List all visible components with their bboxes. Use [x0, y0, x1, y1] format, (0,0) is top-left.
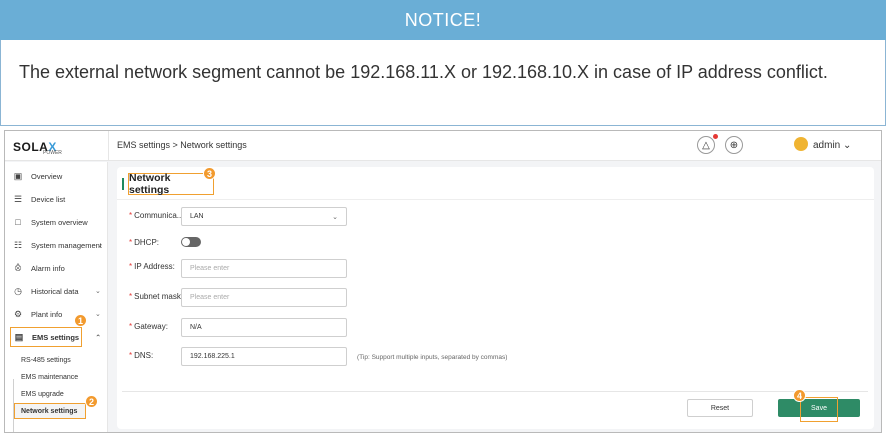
system-management-icon: ☷ — [13, 240, 23, 250]
chevron-down-icon: ⌄ — [95, 311, 101, 318]
dhcp-label: * DHCP: — [129, 238, 160, 247]
page-title: Network settings — [128, 172, 214, 196]
save-highlight — [800, 397, 838, 422]
globe-icon[interactable]: ⊕ — [725, 136, 743, 154]
chevron-down-icon: ⌄ — [332, 213, 338, 221]
dns-input[interactable]: 192.168.225.1 — [181, 347, 347, 366]
sidebar-item-overview[interactable]: ▣ Overview — [5, 166, 108, 186]
sidebar-item-plant-info[interactable]: ⚙ Plant info ⌄ — [5, 304, 108, 324]
ip-label: * IP Address: — [129, 262, 175, 271]
step-badge-3: 3 — [203, 167, 216, 180]
step-badge-4: 4 — [793, 389, 806, 402]
sidebar-item-ems-settings[interactable]: ▤ EMS settings — [10, 327, 82, 347]
chevron-up-icon[interactable]: ⌃ — [95, 327, 105, 347]
sidebar: ▣ Overview ☰ Device list □ System overview … — [5, 162, 108, 432]
notification-dot — [713, 134, 718, 139]
dhcp-toggle[interactable] — [181, 237, 201, 247]
ip-address-input[interactable]: Please enter — [181, 259, 347, 278]
sidebar-subitem-network-settings[interactable]: Network settings — [14, 403, 86, 419]
chevron-down-icon: ⌄ — [97, 242, 103, 249]
dns-tip: (Tip: Support multiple inputs, separated… — [357, 354, 508, 361]
subnet-mask-input[interactable]: Please enter — [181, 288, 347, 307]
user-menu[interactable]: admin ⌄ — [813, 140, 851, 151]
gateway-input[interactable]: N/A — [181, 318, 347, 337]
system-overview-icon: □ — [15, 217, 21, 227]
notice-title: NOTICE! — [0, 0, 886, 40]
avatar[interactable] — [794, 137, 808, 151]
sidebar-item-alarm-info[interactable]: ⨶ Alarm info — [5, 258, 108, 278]
sidebar-item-device-list[interactable]: ☰ Device list — [5, 189, 108, 209]
plant-icon: ⚙ — [13, 309, 23, 319]
dns-label: * DNS: — [129, 351, 154, 360]
communication-label: * Communica... : — [129, 211, 188, 220]
ems-icon: ▤ — [14, 332, 24, 342]
breadcrumb: EMS settings > Network settings — [117, 140, 247, 150]
solax-logo: SOLAX POWER — [13, 140, 62, 156]
app-screenshot: SOLAX POWER EMS settings > Network setti… — [4, 130, 882, 433]
communication-select[interactable]: LAN ⌄ — [181, 207, 347, 226]
device-list-icon: ☰ — [13, 194, 23, 204]
step-badge-1: 1 — [74, 314, 87, 327]
bell-icon[interactable]: △ — [697, 136, 715, 154]
step-badge-2: 2 — [85, 395, 98, 408]
sidebar-subitem-ems-maintenance[interactable]: EMS maintenance — [5, 369, 108, 385]
top-bar: SOLAX POWER EMS settings > Network setti… — [5, 131, 881, 161]
sidebar-item-historical-data[interactable]: ◷ Historical data ⌄ — [5, 281, 108, 301]
sidebar-item-system-overview[interactable]: □ System overview — [5, 212, 108, 232]
network-settings-card: Network settings * Communica... : LAN ⌄ * D… — [117, 167, 874, 429]
overview-icon: ▣ — [13, 171, 23, 181]
gateway-label: * Gateway: — [129, 322, 168, 331]
chevron-down-icon: ⌄ — [95, 288, 101, 295]
sidebar-subitem-rs485[interactable]: RS-485 settings — [5, 352, 108, 368]
history-icon: ◷ — [14, 286, 22, 296]
sidebar-item-system-management[interactable]: ☷ System management ⌄ — [5, 235, 108, 255]
notice-text: The external network segment cannot be 1… — [0, 40, 886, 126]
subnet-label: * Subnet mask: — [129, 292, 184, 301]
alarm-icon: ⨶ — [14, 263, 22, 273]
reset-button[interactable]: Reset — [687, 399, 753, 417]
